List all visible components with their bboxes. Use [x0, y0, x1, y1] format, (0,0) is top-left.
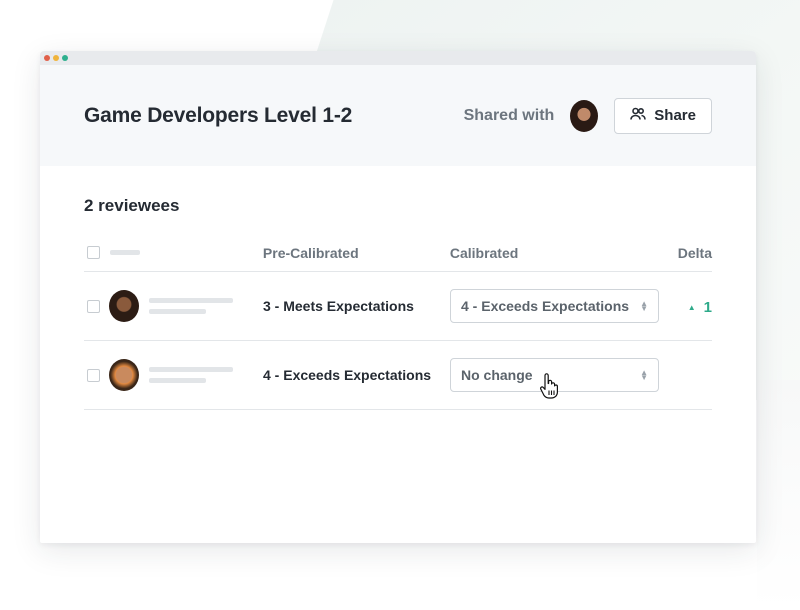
reviewee-count: 2 reviewees	[84, 196, 180, 215]
pre-calibrated-rating: 4 - Exceeds Expectations	[263, 367, 432, 383]
pre-calibrated-rating: 3 - Meets Expectations	[263, 298, 414, 314]
calibrated-rating-select[interactable]: No change ▲ ▼	[450, 358, 659, 399]
reviewee-avatar	[109, 359, 139, 391]
reviewee-cell	[84, 359, 263, 391]
name-column-header	[84, 246, 263, 259]
delta-cell: ▲ 1	[678, 297, 712, 316]
table-row: 3 - Meets Expectations 4 - Exceeds Expec…	[84, 272, 712, 341]
row-checkbox[interactable]	[87, 299, 100, 313]
reviewee-cell	[84, 290, 263, 322]
table-header-row: Pre-Calibrated Calibrated Delta	[84, 234, 712, 272]
table-row: 4 - Exceeds Expectations No change ▲ ▼	[84, 341, 712, 410]
pre-calibrated-header: Pre-Calibrated	[262, 244, 359, 261]
shared-user-avatar[interactable]	[570, 99, 599, 132]
calibrated-rating-value: No change	[461, 367, 533, 383]
select-arrows-icon: ▲ ▼	[640, 368, 648, 382]
reviewee-avatar	[109, 290, 139, 322]
name-header-placeholder	[110, 250, 140, 255]
window-titlebar	[40, 51, 756, 65]
calibrated-cell: 4 - Exceeds Expectations ▲ ▼	[450, 289, 678, 323]
delta-header: Delta	[677, 244, 712, 261]
reviewee-name-placeholder	[149, 298, 233, 314]
close-window-dot[interactable]	[44, 55, 50, 61]
app-window: Game Developers Level 1-2 Shared with Sh…	[40, 51, 756, 543]
reviewees-section: 2 reviewees Pre-Calibrated Calibrated De…	[40, 166, 756, 410]
delta-number: 1	[703, 298, 712, 316]
page-header: Game Developers Level 1-2 Shared with Sh…	[40, 65, 756, 166]
shared-with-label: Shared with	[463, 106, 555, 124]
calibrated-rating-value: 4 - Exceeds Expectations	[461, 298, 630, 314]
background-decoration-lower	[757, 380, 800, 610]
select-arrows-icon: ▲ ▼	[640, 299, 648, 313]
reviewees-table: Pre-Calibrated Calibrated Delta 3 - Meet…	[84, 234, 712, 410]
share-button-label: Share	[654, 107, 696, 124]
share-button[interactable]: Share	[614, 97, 712, 134]
select-all-checkbox[interactable]	[87, 246, 100, 259]
sharing-section: Shared with Share	[463, 97, 712, 134]
delta-value: ▲ 1	[688, 299, 712, 316]
users-icon	[630, 107, 654, 125]
maximize-window-dot[interactable]	[62, 55, 68, 61]
triangle-up-icon: ▲	[687, 302, 696, 312]
calibrated-header: Calibrated	[449, 244, 519, 261]
page-title: Game Developers Level 1-2	[84, 103, 353, 127]
minimize-window-dot[interactable]	[53, 55, 59, 61]
calibrated-rating-select[interactable]: 4 - Exceeds Expectations ▲ ▼	[450, 289, 659, 323]
reviewee-name-placeholder	[149, 367, 233, 383]
hand-pointer-cursor-icon	[539, 373, 561, 402]
calibrated-cell: No change ▲ ▼	[450, 358, 678, 399]
row-checkbox[interactable]	[87, 368, 100, 382]
